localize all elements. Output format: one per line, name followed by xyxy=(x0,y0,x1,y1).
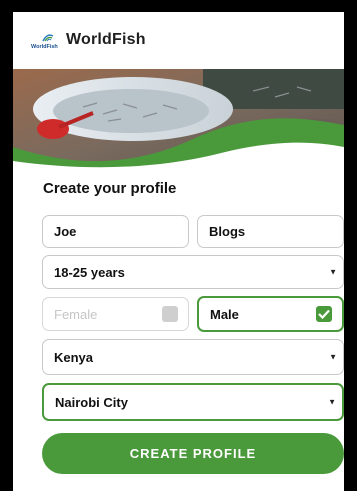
create-profile-button[interactable]: CREATE PROFILE xyxy=(42,433,344,474)
female-label: Female xyxy=(54,306,98,322)
app-screen: WorldFish WorldFish Create your profile … xyxy=(13,12,344,491)
worldfish-logo: WorldFish xyxy=(31,30,59,52)
age-range-value: 18-25 years xyxy=(54,264,125,280)
hero-image xyxy=(13,69,344,172)
last-name-value: Blogs xyxy=(209,224,246,239)
dropdown-caret-icon: ▼ xyxy=(328,397,336,407)
male-checkbox-icon[interactable] xyxy=(316,306,332,322)
form-title: Create your profile xyxy=(43,180,177,197)
gender-female-option[interactable]: Female xyxy=(42,297,189,331)
brand-title: WorldFish xyxy=(66,31,146,48)
country-value: Kenya xyxy=(54,349,94,365)
first-name-field[interactable]: Joe xyxy=(42,215,189,248)
country-select[interactable]: Kenya ▼ xyxy=(42,339,344,375)
logo-text: WorldFish xyxy=(31,44,58,50)
dropdown-caret-icon: ▼ xyxy=(329,267,337,277)
female-checkbox-icon[interactable] xyxy=(162,306,178,322)
last-name-field[interactable]: Blogs xyxy=(197,215,344,248)
gender-male-option[interactable]: Male xyxy=(197,296,344,332)
wave-logo-icon xyxy=(42,34,54,42)
dropdown-caret-icon: ▼ xyxy=(329,352,337,362)
first-name-value: Joe xyxy=(54,224,77,239)
checkmark-icon xyxy=(318,309,330,319)
city-value: Nairobi City xyxy=(55,394,128,410)
age-range-select[interactable]: 18-25 years ▼ xyxy=(42,255,344,289)
male-label: Male xyxy=(210,306,239,322)
city-select[interactable]: Nairobi City ▼ xyxy=(42,383,344,421)
app-header: WorldFish WorldFish xyxy=(13,12,344,69)
